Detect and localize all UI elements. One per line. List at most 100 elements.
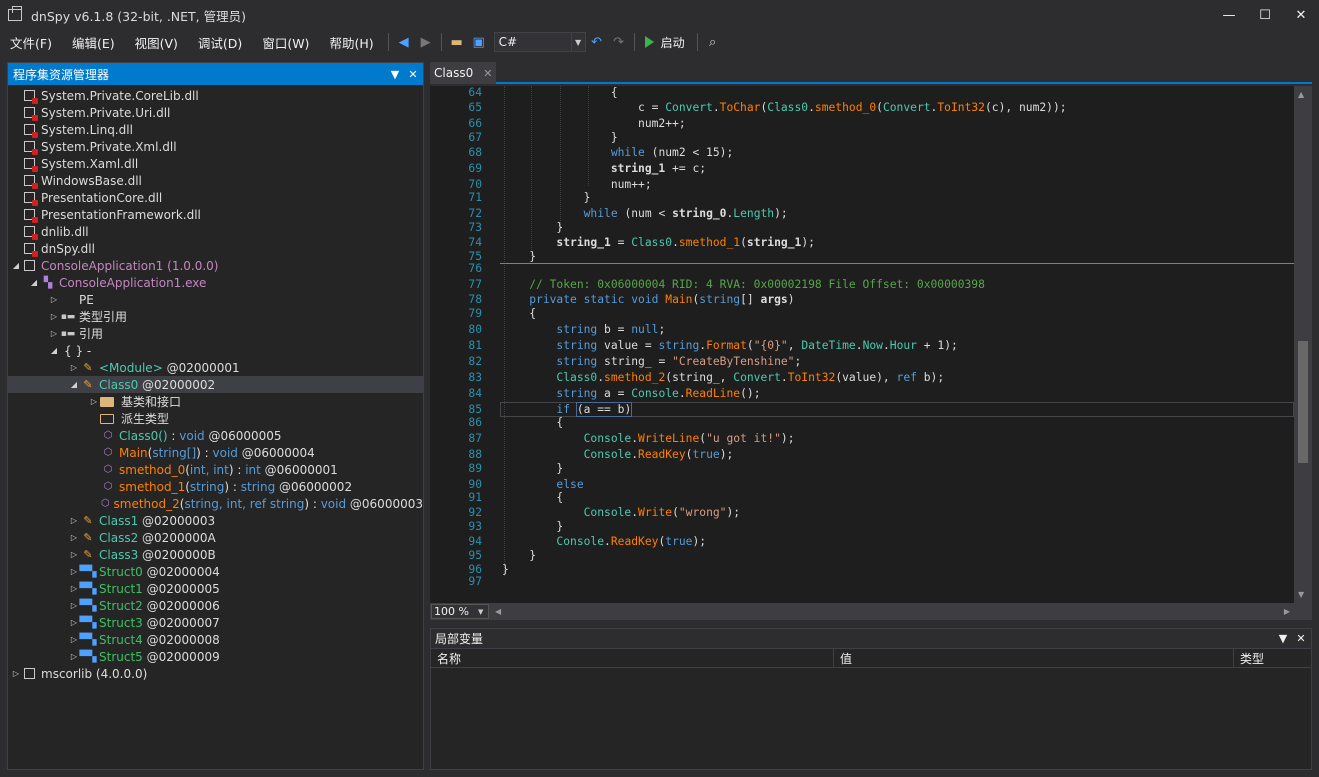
tree-item[interactable]: dnSpy.dll bbox=[8, 240, 423, 257]
collapsed-arrow-icon[interactable]: ▷ bbox=[68, 567, 80, 576]
line-number: 89 bbox=[468, 462, 482, 475]
tree-item-assembly[interactable]: ▷ mscorlib (4.0.0.0) bbox=[8, 665, 423, 682]
collapsed-arrow-icon[interactable]: ▷ bbox=[88, 397, 100, 406]
tree-item-module-type[interactable]: ▷ ✎ <Module> @02000001 bbox=[8, 359, 423, 376]
tree-item-pe[interactable]: ▷ PE bbox=[8, 291, 423, 308]
tree-item-struct[interactable]: ▷ ▀▚ Struct0 @02000004 bbox=[8, 563, 423, 580]
save-all-icon[interactable]: ▣ bbox=[468, 31, 490, 53]
menu-edit[interactable]: 编辑(E) bbox=[62, 33, 125, 52]
tab-close-icon[interactable]: ✕ bbox=[483, 67, 492, 80]
tree-item[interactable]: dnlib.dll bbox=[8, 223, 423, 240]
scrollbar-thumb[interactable] bbox=[1298, 341, 1308, 463]
collapsed-arrow-icon[interactable]: ▷ bbox=[68, 652, 80, 661]
tree-item-base-types[interactable]: ▷ 基类和接口 bbox=[8, 393, 423, 410]
tree-item-struct[interactable]: ▷ ▀▚ Struct4 @02000008 bbox=[8, 631, 423, 648]
collapsed-arrow-icon[interactable]: ▷ bbox=[48, 312, 60, 321]
expanded-arrow-icon[interactable]: ◢ bbox=[68, 380, 80, 389]
tree-item-struct[interactable]: ▷ ▀▚ Struct1 @02000005 bbox=[8, 580, 423, 597]
tree-item-method[interactable]: ⬡ smethod_0(int, int) : int @06000001 bbox=[8, 461, 423, 478]
tree-item-assembly[interactable]: ◢ ConsoleApplication1 (1.0.0.0) bbox=[8, 257, 423, 274]
tree-item-struct[interactable]: ▷ ▀▚ Struct5 @02000009 bbox=[8, 648, 423, 665]
code-editor[interactable]: 64 { 65 c = Convert.ToChar(Class0.smetho… bbox=[430, 86, 1312, 603]
expanded-arrow-icon[interactable]: ◢ bbox=[48, 346, 60, 355]
scroll-up-icon[interactable]: ▲ bbox=[1298, 90, 1304, 99]
tree-item[interactable]: System.Linq.dll bbox=[8, 121, 423, 138]
chevron-down-icon[interactable]: ▼ bbox=[478, 608, 488, 616]
tree-item-typerefs[interactable]: ▷ ▪▬ 类型引用 bbox=[8, 308, 423, 325]
scroll-left-icon[interactable]: ◀ bbox=[495, 607, 501, 616]
nav-back-icon[interactable]: ◀ bbox=[393, 31, 415, 53]
column-header-value[interactable]: 值 bbox=[834, 649, 1234, 668]
maximize-button[interactable]: ☐ bbox=[1247, 0, 1283, 30]
expanded-arrow-icon[interactable]: ◢ bbox=[10, 261, 22, 270]
column-header-type[interactable]: 类型 bbox=[1234, 649, 1311, 668]
undo-icon[interactable]: ↶ bbox=[586, 31, 608, 53]
scroll-down-icon[interactable]: ▼ bbox=[1298, 590, 1304, 599]
tree-item-derived-types[interactable]: 派生类型 bbox=[8, 410, 423, 427]
tree-item[interactable]: PresentationFramework.dll bbox=[8, 206, 423, 223]
menu-help[interactable]: 帮助(H) bbox=[319, 33, 383, 52]
tree-item-class0[interactable]: ◢ ✎ Class0 @02000002 bbox=[8, 376, 423, 393]
collapsed-arrow-icon[interactable]: ▷ bbox=[68, 363, 80, 372]
menu-view[interactable]: 视图(V) bbox=[125, 33, 188, 52]
collapsed-arrow-icon[interactable]: ▷ bbox=[68, 635, 80, 644]
tree-item[interactable]: WindowsBase.dll bbox=[8, 172, 423, 189]
collapsed-arrow-icon[interactable]: ▷ bbox=[10, 669, 22, 678]
collapsed-arrow-icon[interactable]: ▷ bbox=[68, 516, 80, 525]
language-select[interactable]: C# ▼ bbox=[493, 32, 586, 52]
tree-item-namespace[interactable]: ◢{ } - bbox=[8, 342, 423, 359]
tree-item-class[interactable]: ▷ ✎ Class1 @02000003 bbox=[8, 512, 423, 529]
tree-item-class[interactable]: ▷ ✎ Class2 @0200000A bbox=[8, 529, 423, 546]
collapsed-arrow-icon[interactable]: ▷ bbox=[68, 550, 80, 559]
method-icon: ⬡ bbox=[103, 481, 113, 492]
tree-item-method[interactable]: ⬡ smethod_2(string, int, ref string) : vo… bbox=[8, 495, 423, 512]
line-number: 67 bbox=[468, 131, 482, 144]
expanded-arrow-icon[interactable]: ◢ bbox=[28, 278, 40, 287]
editor-horizontal-scrollbar[interactable]: 100 % ▼ ◀ ▶ bbox=[430, 603, 1312, 620]
panel-dropdown-icon[interactable]: ▼ bbox=[387, 68, 403, 81]
collapsed-arrow-icon[interactable]: ▷ bbox=[48, 295, 60, 304]
start-button[interactable]: 启动 bbox=[644, 34, 685, 51]
tree-item-method[interactable]: ⬡ Class0() : void @06000005 bbox=[8, 427, 423, 444]
open-folder-icon[interactable]: ▬ bbox=[446, 31, 468, 53]
tree-item[interactable]: System.Private.Xml.dll bbox=[8, 138, 423, 155]
tree-item-class[interactable]: ▷ ✎ Class3 @0200000B bbox=[8, 546, 423, 563]
collapsed-arrow-icon[interactable]: ▷ bbox=[68, 533, 80, 542]
tree-item-refs[interactable]: ▷ ▪▬ 引用 bbox=[8, 325, 423, 342]
tree-item-method[interactable]: ⬡ smethod_1(string) : string @06000002 bbox=[8, 478, 423, 495]
collapsed-arrow-icon[interactable]: ▷ bbox=[68, 584, 80, 593]
tree-item[interactable]: System.Private.Uri.dll bbox=[8, 104, 423, 121]
zoom-select[interactable]: 100 % ▼ bbox=[431, 604, 489, 619]
collapsed-arrow-icon[interactable]: ▷ bbox=[68, 618, 80, 627]
code-view[interactable]: 64 { 65 c = Convert.ToChar(Class0.smetho… bbox=[430, 86, 1294, 603]
menu-file[interactable]: 文件(F) bbox=[0, 33, 62, 52]
chevron-down-icon[interactable]: ▼ bbox=[570, 33, 585, 51]
panel-close-icon[interactable]: ✕ bbox=[405, 68, 421, 81]
menu-window[interactable]: 窗口(W) bbox=[252, 33, 319, 52]
minimize-button[interactable]: — bbox=[1211, 0, 1247, 30]
redo-icon[interactable]: ↷ bbox=[608, 31, 630, 53]
tree-item-struct[interactable]: ▷ ▀▚ Struct3 @02000007 bbox=[8, 614, 423, 631]
editor-vertical-scrollbar[interactable]: ▲ ▼ bbox=[1294, 86, 1312, 603]
tree-item-method[interactable]: ⬡ Main(string[]) : void @06000004 bbox=[8, 444, 423, 461]
search-icon[interactable]: ⌕ bbox=[702, 31, 724, 53]
scroll-right-icon[interactable]: ▶ bbox=[1284, 607, 1290, 616]
panel-close-icon[interactable]: ✕ bbox=[1293, 632, 1309, 645]
tree-item[interactable]: System.Xaml.dll bbox=[8, 155, 423, 172]
tree-item-module[interactable]: ◢ ▚ ConsoleApplication1.exe bbox=[8, 274, 423, 291]
tab-class0[interactable]: Class0 ✕ bbox=[430, 62, 496, 84]
tree-item[interactable]: PresentationCore.dll bbox=[8, 189, 423, 206]
panel-dropdown-icon[interactable]: ▼ bbox=[1275, 632, 1291, 645]
collapsed-arrow-icon[interactable]: ▷ bbox=[68, 601, 80, 610]
nav-forward-icon[interactable]: ▶ bbox=[415, 31, 437, 53]
column-header-name[interactable]: 名称 bbox=[431, 649, 834, 668]
code-token: if bbox=[556, 403, 571, 416]
close-button[interactable]: ✕ bbox=[1283, 0, 1319, 30]
code-line: else bbox=[502, 478, 583, 491]
menu-debug[interactable]: 调试(D) bbox=[188, 33, 252, 52]
tree-item[interactable]: System.Private.CoreLib.dll bbox=[8, 87, 423, 104]
collapsed-arrow-icon[interactable]: ▷ bbox=[48, 329, 60, 338]
assembly-tree[interactable]: System.Private.CoreLib.dll System.Privat… bbox=[8, 85, 423, 682]
struct-icon: ▀▚ bbox=[79, 599, 97, 612]
tree-item-struct[interactable]: ▷ ▀▚ Struct2 @02000006 bbox=[8, 597, 423, 614]
